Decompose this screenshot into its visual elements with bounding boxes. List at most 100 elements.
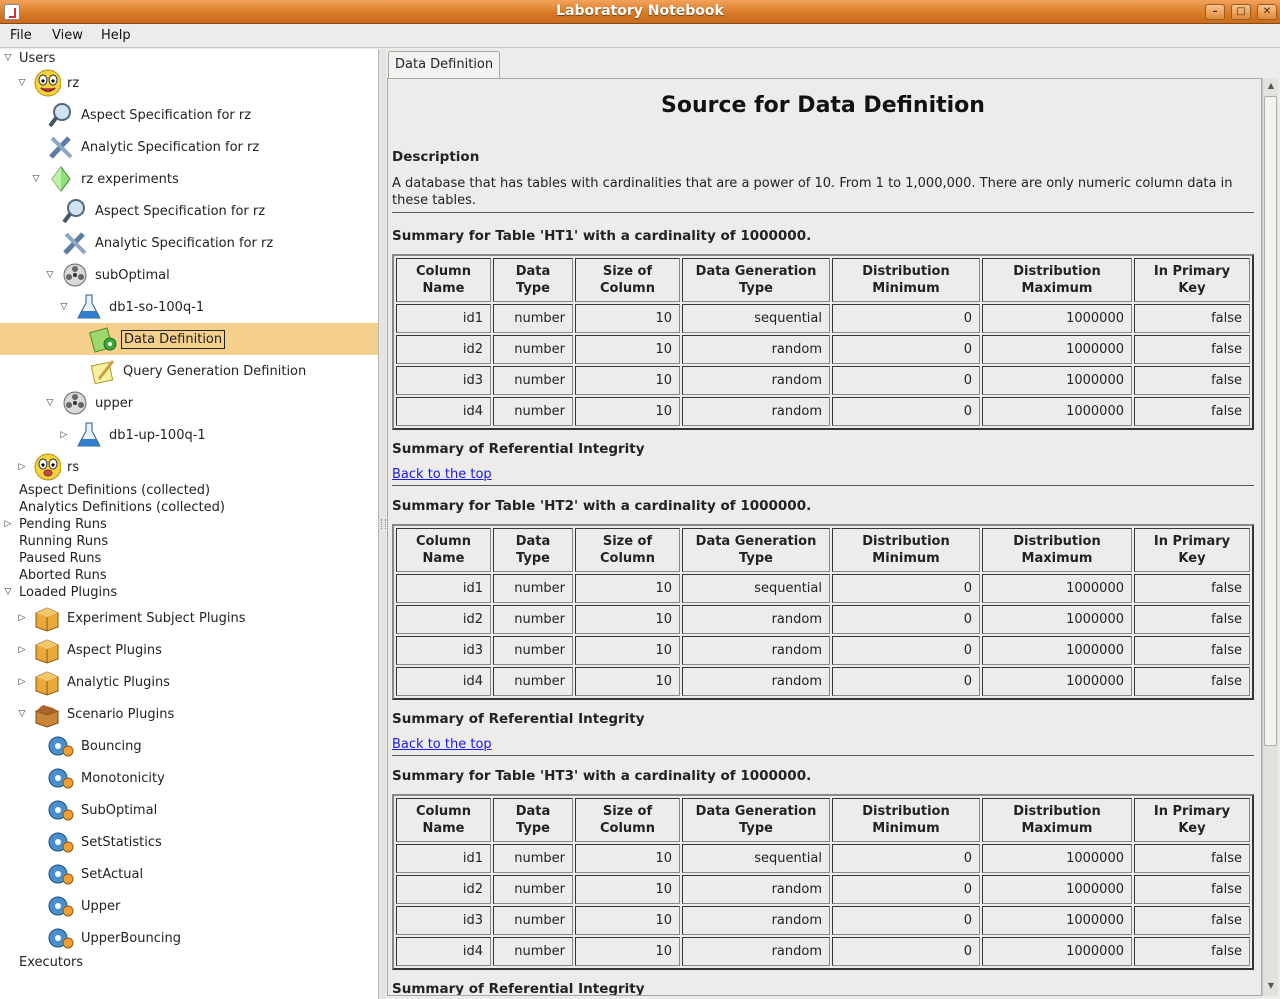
expand-toggle-suboptimal[interactable]: ▽	[45, 270, 55, 280]
column-header: Distribution Maximum	[982, 798, 1132, 842]
menu-file[interactable]: File	[10, 28, 32, 43]
table-heading: Summary for Table 'HT2' with a cardinali…	[392, 498, 812, 514]
expand-toggle-users[interactable]: ▽	[3, 53, 13, 63]
expand-toggle-experiment-subject-plugins[interactable]: ▷	[17, 613, 27, 623]
minimize-button[interactable]: –	[1205, 4, 1225, 20]
scrollbar-thumb[interactable]	[1264, 96, 1277, 746]
back-to-top-link[interactable]: Back to the top	[392, 737, 492, 752]
expand-toggle-db1-so[interactable]: ▽	[59, 302, 69, 312]
tree-node-users[interactable]: Users	[19, 50, 55, 67]
scenario-gear-icon	[47, 892, 75, 920]
expand-toggle-rz[interactable]: ▽	[17, 78, 27, 88]
scroll-down-arrow-icon[interactable]: ▼	[1266, 981, 1276, 991]
maximize-button[interactable]: □	[1231, 4, 1251, 20]
tree-node-aspect-plugins[interactable]: Aspect Plugins	[33, 635, 164, 665]
table-cell: 0	[832, 667, 980, 696]
table-row: id2 number 10 random 0 1000000 false	[396, 605, 1250, 634]
table-cell: false	[1134, 937, 1250, 966]
table-cell: false	[1134, 667, 1250, 696]
expand-toggle-analytic-plugins[interactable]: ▷	[17, 677, 27, 687]
column-header: Data Generation Type	[682, 258, 830, 302]
menu-help[interactable]: Help	[101, 28, 131, 43]
tree-node-analytic-spec-2[interactable]: Analytic Specification for rz	[61, 228, 275, 258]
back-to-top-link[interactable]: Back to the top	[392, 467, 492, 482]
column-header: Size of Column	[575, 528, 680, 572]
table-cell: id3	[396, 366, 491, 395]
tree-node-executors[interactable]: Executors	[19, 954, 83, 971]
table-heading: Summary for Table 'HT3' with a cardinali…	[392, 768, 812, 784]
vertical-scrollbar[interactable]: ▲ ▼	[1262, 78, 1278, 996]
scenario-gear-icon	[47, 924, 75, 952]
menu-view[interactable]: View	[52, 28, 83, 43]
tree-node-scenario-setstatistics[interactable]: SetStatistics	[47, 827, 164, 857]
tree-node-scenario-plugins[interactable]: Scenario Plugins	[33, 699, 176, 729]
tree-node-analytic-spec[interactable]: Analytic Specification for rz	[47, 132, 261, 162]
tree-node-analytics-definitions[interactable]: Analytics Definitions (collected)	[19, 499, 225, 516]
column-header: In Primary Key	[1134, 798, 1250, 842]
tab-data-definition[interactable]: Data Definition	[388, 51, 501, 78]
expand-toggle-rs[interactable]: ▷	[17, 462, 27, 472]
table-cell: 10	[575, 397, 680, 426]
table-cell: id4	[396, 397, 491, 426]
table-cell: 1000000	[982, 335, 1132, 364]
tree-node-loaded-plugins[interactable]: Loaded Plugins	[19, 584, 117, 601]
table-cell: false	[1134, 366, 1250, 395]
expand-toggle-rz-experiments[interactable]: ▽	[31, 174, 41, 184]
tree-node-running-runs[interactable]: Running Runs	[19, 533, 108, 550]
table-cell: false	[1134, 636, 1250, 665]
description-heading: Description	[392, 149, 480, 165]
tree-node-query-generation[interactable]: Query Generation Definition	[89, 356, 308, 386]
tree-node-db1-so[interactable]: db1-so-100q-1	[75, 292, 206, 322]
tree-node-scenario-upper[interactable]: Upper	[47, 891, 122, 921]
tree-node-aspect-definitions[interactable]: Aspect Definitions (collected)	[19, 482, 210, 499]
tree-node-paused-runs[interactable]: Paused Runs	[19, 550, 101, 567]
expand-toggle-db1-up[interactable]: ▷	[59, 430, 69, 440]
expand-toggle-pending-runs[interactable]: ▷	[3, 519, 13, 529]
tree-node-label: Analytics Definitions (collected)	[19, 500, 225, 515]
tree-node-experiment-subject-plugins[interactable]: Experiment Subject Plugins	[33, 603, 248, 633]
expand-toggle-loaded-plugins[interactable]: ▽	[3, 587, 13, 597]
table-row: id3 number 10 random 0 1000000 false	[396, 636, 1250, 665]
scenario-gear-icon	[47, 860, 75, 888]
table-cell: sequential	[682, 574, 830, 603]
tree-node-scenario-monotonicity[interactable]: Monotonicity	[47, 763, 167, 793]
table-cell: false	[1134, 574, 1250, 603]
tree-node-rs[interactable]: rs	[33, 452, 81, 482]
column-header: Data Generation Type	[682, 528, 830, 572]
tree-node-aborted-runs[interactable]: Aborted Runs	[19, 567, 107, 584]
scroll-up-arrow-icon[interactable]: ▲	[1266, 81, 1276, 91]
column-header: Distribution Minimum	[832, 258, 980, 302]
table-cell: false	[1134, 335, 1250, 364]
table-row: id2 number 10 random 0 1000000 false	[396, 875, 1250, 904]
table-row: id1 number 10 sequential 0 1000000 false	[396, 574, 1250, 603]
tree-node-scenario-setactual[interactable]: SetActual	[47, 859, 145, 889]
tree-node-scenario-bouncing[interactable]: Bouncing	[47, 731, 144, 761]
flask-icon	[75, 421, 103, 449]
pane-splitter[interactable]	[379, 49, 386, 999]
table-row: id3 number 10 random 0 1000000 false	[396, 906, 1250, 935]
tree-node-rz-experiments[interactable]: rz experiments	[47, 164, 181, 194]
tree-node-data-definition[interactable]: Data Definition	[89, 324, 226, 354]
table-cell: number	[493, 844, 573, 873]
column-header: Data Type	[493, 258, 573, 302]
table-cell: number	[493, 366, 573, 395]
tree-node-scenario-suboptimal[interactable]: SubOptimal	[47, 795, 159, 825]
tree-node-scenario-upperbouncing[interactable]: UpperBouncing	[47, 923, 183, 953]
tree-node-analytic-plugins[interactable]: Analytic Plugins	[33, 667, 172, 697]
tree-node-label: Paused Runs	[19, 551, 102, 566]
tree-node-aspect-spec[interactable]: Aspect Specification for rz	[47, 100, 253, 130]
tree-node-pending-runs[interactable]: Pending Runs	[19, 516, 107, 533]
tree-node-db1-up[interactable]: db1-up-100q-1	[75, 420, 208, 450]
smiley-user-icon	[33, 69, 61, 97]
close-button[interactable]: ✕	[1257, 4, 1277, 20]
tree-node-upper[interactable]: upper	[61, 388, 135, 418]
expand-toggle-upper[interactable]: ▽	[45, 398, 55, 408]
tree-node-label: Pending Runs	[19, 517, 107, 532]
tree-node-aspect-spec-2[interactable]: Aspect Specification for rz	[61, 196, 267, 226]
expand-toggle-scenario-plugins[interactable]: ▽	[17, 709, 27, 719]
tree-node-suboptimal[interactable]: subOptimal	[61, 260, 172, 290]
tree-node-rz[interactable]: rz	[33, 68, 81, 98]
table-cell: id3	[396, 906, 491, 935]
table-cell: 1000000	[982, 397, 1132, 426]
expand-toggle-aspect-plugins[interactable]: ▷	[17, 645, 27, 655]
